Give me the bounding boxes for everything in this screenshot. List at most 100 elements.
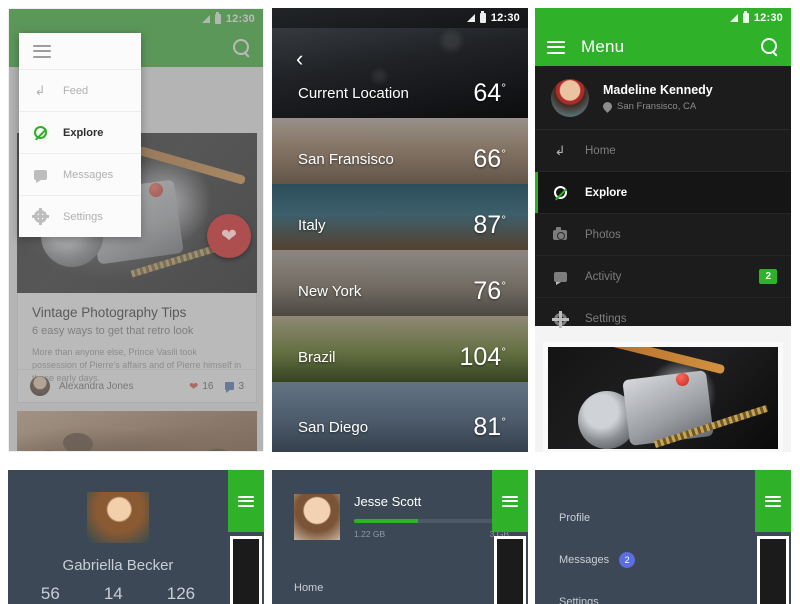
like-stat[interactable]: ❤ 16 <box>189 380 213 393</box>
menu-item-home[interactable]: Home <box>294 582 492 594</box>
battery-icon <box>479 11 486 23</box>
menu-item-profile[interactable]: Profile <box>559 512 755 524</box>
side-preview-strip <box>757 536 789 604</box>
message-icon <box>553 270 567 285</box>
gear-icon <box>553 310 567 328</box>
screenshot-canvas: 12:30 Vintage Photography Tips 6 easy wa… <box>0 0 800 604</box>
side-preview-strip <box>494 536 526 604</box>
article-author: Alexandra Jones <box>59 380 134 392</box>
menu-item-label: Settings <box>559 596 599 604</box>
dark-navigation-drawer: Madeline Kennedy San Fransisco, CA ↲ Hom… <box>535 66 791 328</box>
comment-stat[interactable]: 3 <box>225 381 244 393</box>
status-time: 12:30 <box>490 12 520 24</box>
menu-item-home[interactable]: ↲ Home <box>535 130 791 172</box>
message-icon <box>33 168 47 183</box>
profile-location: San Fransisco, CA <box>601 100 713 113</box>
drawer-header <box>19 33 141 69</box>
profile-name: Jesse Scott <box>354 494 422 509</box>
weather-temp: 87° <box>473 211 506 239</box>
article-footer: Alexandra Jones ❤ 16 3 <box>18 369 256 402</box>
article-card[interactable]: Vintage Photography Tips 6 easy ways to … <box>17 293 257 403</box>
weather-temp: 104° <box>459 343 506 371</box>
weather-row-new-york[interactable]: New York 76° <box>272 250 528 316</box>
avatar <box>294 494 340 540</box>
storage-used: 1.22 GB <box>354 529 386 539</box>
menu-item-settings[interactable]: Settings <box>559 596 755 604</box>
menu-item-messages[interactable]: Messages 2 <box>559 552 755 568</box>
panel-storage-card: Jesse Scott 1.22 GB 3 GB Home <box>272 470 528 604</box>
menu-toggle-button[interactable] <box>492 470 528 532</box>
menu-item-activity[interactable]: Activity 2 <box>535 256 791 298</box>
battery-icon <box>742 11 749 23</box>
avatar <box>551 78 589 117</box>
camera-icon <box>553 226 567 242</box>
menu-item-label: Explore <box>585 186 628 199</box>
weather-location-name: San Diego <box>298 419 369 436</box>
navigation-drawer: ↲ Feed Explore Messages Settings <box>19 33 141 237</box>
stat-value: 126 <box>166 584 196 603</box>
weather-row-san-fransisco[interactable]: San Fransisco 66° <box>272 118 528 184</box>
like-count: 16 <box>202 380 214 392</box>
hamburger-icon <box>765 495 781 507</box>
camera-shutter-button <box>149 183 163 197</box>
pin-icon <box>601 100 614 113</box>
panel-menu-list-card: Profile Messages 2 Settings <box>535 470 791 604</box>
weather-row-san-diego[interactable]: San Diego 81° <box>272 382 528 452</box>
storage-progress-bar <box>354 519 509 523</box>
storage-card-inner: Jesse Scott 1.22 GB 3 GB Home <box>272 470 509 604</box>
weather-row-brazil[interactable]: Brazil 104° <box>272 316 528 382</box>
profile-stats: 56 14 126 <box>41 584 195 604</box>
menu-item-explore[interactable]: Explore <box>535 172 791 214</box>
menu-item-label: Photos <box>585 228 621 241</box>
weather-location-name: San Fransisco <box>298 151 394 168</box>
weather-location-name: Italy <box>298 217 326 234</box>
panel-feed-with-drawer: 12:30 Vintage Photography Tips 6 easy wa… <box>8 8 264 452</box>
hamburger-icon <box>502 495 518 507</box>
menu-item-label: Profile <box>559 512 591 524</box>
menu-item-settings[interactable]: Settings <box>535 298 791 340</box>
hamburger-icon[interactable] <box>547 40 565 54</box>
weather-temp: 64° <box>473 79 506 107</box>
signal-triangle-icon <box>729 14 738 22</box>
status-time: 12:30 <box>753 12 783 24</box>
article-title: Vintage Photography Tips <box>32 305 187 320</box>
signal-triangle-icon <box>201 15 210 23</box>
search-icon[interactable] <box>761 38 779 56</box>
search-icon[interactable] <box>233 39 251 57</box>
coffee-beans-image <box>17 411 257 451</box>
stat-value: 14 <box>103 584 123 603</box>
signal-triangle-icon <box>466 14 475 22</box>
status-bar: 12:30 <box>9 9 263 29</box>
feed-icon: ↲ <box>554 143 566 158</box>
profile-header[interactable]: Madeline Kennedy San Fransisco, CA <box>535 66 791 130</box>
hamburger-icon[interactable] <box>33 44 51 58</box>
drawer-item-feed[interactable]: ↲ Feed <box>19 69 141 111</box>
comment-icon <box>225 382 235 393</box>
article-subtitle: 6 easy ways to get that retro look <box>32 325 194 337</box>
menu-toggle-button[interactable] <box>755 470 791 532</box>
side-preview-strip <box>230 536 262 604</box>
weather-location-name: Current Location <box>298 85 409 102</box>
avatar <box>87 492 149 543</box>
weather-location-name: Brazil <box>298 349 336 366</box>
favorite-fab[interactable]: ❤ <box>207 214 251 258</box>
drawer-item-label: Feed <box>63 84 89 97</box>
weather-row-italy[interactable]: Italy 87° <box>272 184 528 250</box>
panel-weather-locations: ‹ Current Location 64° San Fransisco 66°… <box>272 8 528 452</box>
storage-labels: 1.22 GB 3 GB <box>354 529 509 539</box>
menu-item-label: Activity <box>585 270 622 283</box>
menu-item-label: Settings <box>585 313 627 325</box>
chevron-left-icon[interactable]: ‹ <box>296 46 303 72</box>
camera-photo-card <box>543 342 783 452</box>
avatar <box>30 376 50 396</box>
menu-item-photos[interactable]: Photos <box>535 214 791 256</box>
panel-profile-card: Gabriella Becker 56 14 126 <box>8 470 264 604</box>
gear-icon <box>33 208 47 225</box>
stat-value: 56 <box>40 584 60 603</box>
drawer-item-settings[interactable]: Settings <box>19 195 141 237</box>
drawer-item-explore[interactable]: Explore <box>19 111 141 153</box>
drawer-item-messages[interactable]: Messages <box>19 153 141 195</box>
weather-temp: 66° <box>473 145 506 173</box>
heart-icon: ❤ <box>189 380 199 393</box>
menu-toggle-button[interactable] <box>228 470 264 532</box>
